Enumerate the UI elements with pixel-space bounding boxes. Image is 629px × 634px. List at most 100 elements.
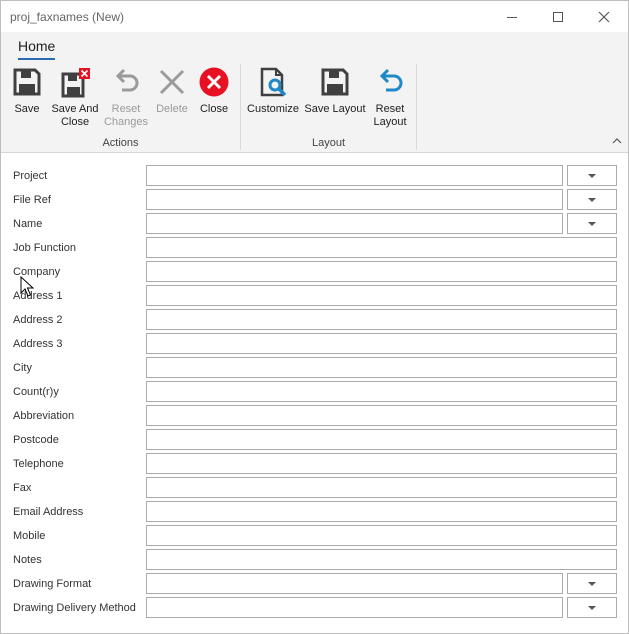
drawing-format-label: Drawing Format [13,578,92,590]
save-and-close-icon [61,68,90,98]
telephone-input[interactable] [146,453,617,474]
address2-input[interactable] [146,309,617,330]
dropdown-arrow-icon [588,581,596,586]
country-input[interactable] [146,381,617,402]
save-layout-icon [321,68,349,96]
telephone-label: Telephone [13,458,64,470]
form-row-address3: Address 3 [1,333,628,355]
maximize-icon [553,11,563,22]
save-button[interactable]: Save [11,66,43,116]
form-row-telephone: Telephone [1,453,628,475]
drawing-delivery-label: Drawing Delivery Method [13,602,136,614]
save-and-close-label-line2: Close [60,116,90,128]
layout-group-label: Layout [311,137,346,149]
save-and-close-label: Save And Close [49,103,101,129]
save-and-close-button[interactable]: Save And Close [49,66,101,129]
save-layout-button[interactable]: Save Layout [304,66,366,116]
customize-button[interactable]: Customize [245,66,301,116]
delete-icon [159,69,185,95]
reset-layout-label-line2: Layout [373,116,407,128]
record-window: proj_faxnames (New) Home Save Save And C… [0,0,629,634]
address2-label: Address 2 [13,314,63,326]
mouse-cursor-icon [20,276,34,297]
close-icon [598,11,610,22]
form-row-file-ref: File Ref [1,189,628,211]
drawing-format-dropdown-button[interactable] [567,573,617,594]
save-label: Save [14,103,40,115]
name-dropdown-button[interactable] [567,213,617,234]
file-ref-input[interactable] [146,189,563,210]
form-row-address2: Address 2 [1,309,628,331]
drawing-delivery-dropdown-button[interactable] [567,597,617,618]
form-row-email: Email Address [1,501,628,523]
close-button[interactable]: Close [198,66,230,116]
file-ref-label: File Ref [13,194,51,206]
reset-layout-label-line1: Reset [375,103,405,115]
mobile-label: Mobile [13,530,46,542]
city-label: City [13,362,32,374]
abbreviation-input[interactable] [146,405,617,426]
title-bar: proj_faxnames (New) [1,1,628,32]
name-label: Name [13,218,43,230]
form-row-abbreviation: Abbreviation [1,405,628,427]
close-window-button[interactable] [581,1,627,32]
email-label: Email Address [13,506,84,518]
postcode-input[interactable] [146,429,617,450]
notes-label: Notes [13,554,42,566]
reset-changes-label-line1: Reset [111,103,141,115]
drawing-delivery-input[interactable] [146,597,563,618]
reset-layout-label: Reset Layout [371,103,409,129]
form-row-company: Company [1,261,628,283]
reset-layout-button[interactable]: Reset Layout [371,66,409,129]
form-row-job-function: Job Function [1,237,628,259]
customize-icon [260,67,287,97]
fax-input[interactable] [146,477,617,498]
save-layout-label: Save Layout [304,103,366,115]
tab-home-underline [18,58,56,60]
ribbon: Home Save Save And Close Reset Changes D… [1,32,628,153]
project-label: Project [13,170,48,182]
maximize-button[interactable] [535,1,581,32]
form-row-project: Project [1,165,628,187]
project-input[interactable] [146,165,563,186]
minimize-icon [507,16,517,18]
delete-button[interactable]: Delete [154,66,190,116]
file-ref-dropdown-button[interactable] [567,189,617,210]
form-row-country: Count(r)y [1,381,628,403]
company-input[interactable] [146,261,617,282]
customize-label: Customize [247,103,299,115]
mobile-input[interactable] [146,525,617,546]
form-row-city: City [1,357,628,379]
tab-home[interactable]: Home [18,38,56,60]
job-function-input[interactable] [146,237,617,258]
address1-input[interactable] [146,285,617,306]
delete-label: Delete [156,103,188,115]
dropdown-arrow-icon [588,173,596,178]
abbreviation-label: Abbreviation [13,410,75,422]
form-row-drawing-delivery: Drawing Delivery Method [1,597,628,619]
address3-label: Address 3 [13,338,63,350]
fax-label: Fax [13,482,32,494]
form-row-postcode: Postcode [1,429,628,451]
notes-input[interactable] [146,549,617,570]
dropdown-arrow-icon [588,605,596,610]
form-row-fax: Fax [1,477,628,499]
reset-changes-label: Reset Changes [103,103,149,129]
address3-input[interactable] [146,333,617,354]
name-input[interactable] [146,213,563,234]
drawing-format-input[interactable] [146,573,563,594]
country-label: Count(r)y [13,386,59,398]
save-and-close-label-line1: Save And [51,103,99,115]
form-row-mobile: Mobile [1,525,628,547]
dropdown-arrow-icon [588,221,596,226]
form-row-address1: Address 1 [1,285,628,307]
form-row-notes: Notes [1,549,628,571]
project-dropdown-button[interactable] [567,165,617,186]
collapse-ribbon-icon[interactable] [611,136,623,146]
email-input[interactable] [146,501,617,522]
ribbon-separator [416,64,417,150]
reset-changes-button[interactable]: Reset Changes [103,66,149,129]
minimize-button[interactable] [489,1,535,32]
city-input[interactable] [146,357,617,378]
close-label: Close [199,103,229,115]
